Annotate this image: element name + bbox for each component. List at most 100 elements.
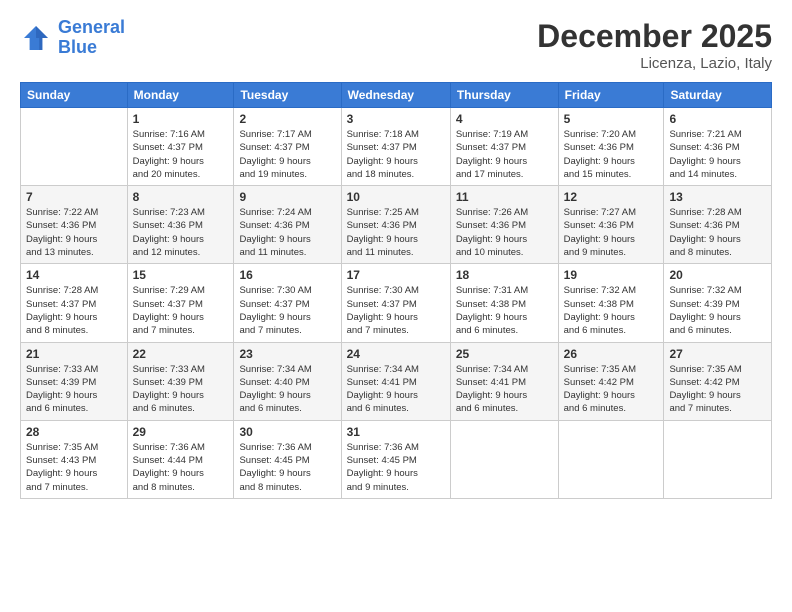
calendar-cell: 1 Sunrise: 7:16 AM Sunset: 4:37 PM Daylig…: [127, 108, 234, 186]
weekday-header-thursday: Thursday: [450, 83, 558, 108]
calendar-cell: 24 Sunrise: 7:34 AM Sunset: 4:41 PM Dayli…: [341, 342, 450, 420]
page: General Blue December 2025 Licenza, Lazi…: [0, 0, 792, 612]
day-number: 20: [669, 268, 766, 282]
calendar-cell: 5 Sunrise: 7:20 AM Sunset: 4:36 PM Daylig…: [558, 108, 664, 186]
calendar-cell: 28 Sunrise: 7:35 AM Sunset: 4:43 PM Dayli…: [21, 420, 128, 498]
day-number: 15: [133, 268, 229, 282]
day-number: 11: [456, 190, 553, 204]
day-info: Sunrise: 7:31 AM Sunset: 4:38 PM Dayligh…: [456, 284, 553, 337]
day-info: Sunrise: 7:17 AM Sunset: 4:37 PM Dayligh…: [239, 128, 335, 181]
calendar-cell: [21, 108, 128, 186]
day-info: Sunrise: 7:16 AM Sunset: 4:37 PM Dayligh…: [133, 128, 229, 181]
day-number: 19: [564, 268, 659, 282]
day-info: Sunrise: 7:36 AM Sunset: 4:44 PM Dayligh…: [133, 441, 229, 494]
day-number: 10: [347, 190, 445, 204]
logo-line1: General: [58, 17, 125, 37]
day-info: Sunrise: 7:24 AM Sunset: 4:36 PM Dayligh…: [239, 206, 335, 259]
logo-line2: Blue: [58, 37, 97, 57]
calendar-cell: 17 Sunrise: 7:30 AM Sunset: 4:37 PM Dayli…: [341, 264, 450, 342]
day-number: 24: [347, 347, 445, 361]
calendar-cell: 4 Sunrise: 7:19 AM Sunset: 4:37 PM Daylig…: [450, 108, 558, 186]
day-number: 30: [239, 425, 335, 439]
day-info: Sunrise: 7:34 AM Sunset: 4:41 PM Dayligh…: [347, 363, 445, 416]
day-number: 29: [133, 425, 229, 439]
day-number: 4: [456, 112, 553, 126]
calendar-cell: 9 Sunrise: 7:24 AM Sunset: 4:36 PM Daylig…: [234, 186, 341, 264]
calendar-cell: 26Sunrise: 7:35 AM Sunset: 4:42 PM Dayli…: [558, 342, 664, 420]
day-number: 14: [26, 268, 122, 282]
calendar-cell: 27Sunrise: 7:35 AM Sunset: 4:42 PM Dayli…: [664, 342, 772, 420]
day-number: 6: [669, 112, 766, 126]
day-info: Sunrise: 7:30 AM Sunset: 4:37 PM Dayligh…: [347, 284, 445, 337]
day-number: 28: [26, 425, 122, 439]
day-number: 7: [26, 190, 122, 204]
day-info: Sunrise: 7:33 AM Sunset: 4:39 PM Dayligh…: [26, 363, 122, 416]
calendar-cell: 30 Sunrise: 7:36 AM Sunset: 4:45 PM Dayli…: [234, 420, 341, 498]
day-info: Sunrise: 7:36 AM Sunset: 4:45 PM Dayligh…: [239, 441, 335, 494]
day-number: 21: [26, 347, 122, 361]
day-number: 12: [564, 190, 659, 204]
day-info: Sunrise: 7:19 AM Sunset: 4:37 PM Dayligh…: [456, 128, 553, 181]
calendar-cell: 16Sunrise: 7:30 AM Sunset: 4:37 PM Dayli…: [234, 264, 341, 342]
logo: General Blue: [20, 18, 125, 58]
day-info: Sunrise: 7:36 AM Sunset: 4:45 PM Dayligh…: [347, 441, 445, 494]
day-number: 2: [239, 112, 335, 126]
calendar-cell: 2 Sunrise: 7:17 AM Sunset: 4:37 PM Daylig…: [234, 108, 341, 186]
day-number: 13: [669, 190, 766, 204]
calendar-cell: 22Sunrise: 7:33 AM Sunset: 4:39 PM Dayli…: [127, 342, 234, 420]
day-number: 3: [347, 112, 445, 126]
day-number: 8: [133, 190, 229, 204]
calendar-cell: 6Sunrise: 7:21 AM Sunset: 4:36 PM Daylig…: [664, 108, 772, 186]
calendar-cell: 12 Sunrise: 7:27 AM Sunset: 4:36 PM Dayli…: [558, 186, 664, 264]
calendar-week-2: 7Sunrise: 7:22 AM Sunset: 4:36 PM Daylig…: [21, 186, 772, 264]
day-info: Sunrise: 7:32 AM Sunset: 4:38 PM Dayligh…: [564, 284, 659, 337]
location-title: Licenza, Lazio, Italy: [537, 55, 772, 72]
day-number: 26: [564, 347, 659, 361]
month-title: December 2025: [537, 18, 772, 55]
day-number: 5: [564, 112, 659, 126]
calendar-cell: 15 Sunrise: 7:29 AM Sunset: 4:37 PM Dayli…: [127, 264, 234, 342]
calendar-cell: 8 Sunrise: 7:23 AM Sunset: 4:36 PM Daylig…: [127, 186, 234, 264]
day-info: Sunrise: 7:28 AM Sunset: 4:36 PM Dayligh…: [669, 206, 766, 259]
calendar-table: SundayMondayTuesdayWednesdayThursdayFrid…: [20, 82, 772, 499]
day-number: 23: [239, 347, 335, 361]
day-info: Sunrise: 7:20 AM Sunset: 4:36 PM Dayligh…: [564, 128, 659, 181]
day-info: Sunrise: 7:25 AM Sunset: 4:36 PM Dayligh…: [347, 206, 445, 259]
calendar-cell: 10 Sunrise: 7:25 AM Sunset: 4:36 PM Dayli…: [341, 186, 450, 264]
calendar-cell: 13 Sunrise: 7:28 AM Sunset: 4:36 PM Dayli…: [664, 186, 772, 264]
day-number: 1: [133, 112, 229, 126]
day-number: 17: [347, 268, 445, 282]
calendar-cell: 25Sunrise: 7:34 AM Sunset: 4:41 PM Dayli…: [450, 342, 558, 420]
day-info: Sunrise: 7:30 AM Sunset: 4:37 PM Dayligh…: [239, 284, 335, 337]
day-info: Sunrise: 7:33 AM Sunset: 4:39 PM Dayligh…: [133, 363, 229, 416]
day-info: Sunrise: 7:35 AM Sunset: 4:43 PM Dayligh…: [26, 441, 122, 494]
logo-text: General Blue: [58, 18, 125, 58]
logo-icon: [20, 22, 52, 54]
day-info: Sunrise: 7:23 AM Sunset: 4:36 PM Dayligh…: [133, 206, 229, 259]
calendar-cell: 21 Sunrise: 7:33 AM Sunset: 4:39 PM Dayli…: [21, 342, 128, 420]
weekday-header-sunday: Sunday: [21, 83, 128, 108]
day-info: Sunrise: 7:34 AM Sunset: 4:41 PM Dayligh…: [456, 363, 553, 416]
calendar-week-4: 21 Sunrise: 7:33 AM Sunset: 4:39 PM Dayli…: [21, 342, 772, 420]
calendar-week-5: 28 Sunrise: 7:35 AM Sunset: 4:43 PM Dayli…: [21, 420, 772, 498]
day-info: Sunrise: 7:32 AM Sunset: 4:39 PM Dayligh…: [669, 284, 766, 337]
calendar-cell: [558, 420, 664, 498]
day-number: 31: [347, 425, 445, 439]
weekday-header-row: SundayMondayTuesdayWednesdayThursdayFrid…: [21, 83, 772, 108]
calendar-cell: 18Sunrise: 7:31 AM Sunset: 4:38 PM Dayli…: [450, 264, 558, 342]
day-info: Sunrise: 7:34 AM Sunset: 4:40 PM Dayligh…: [239, 363, 335, 416]
day-info: Sunrise: 7:29 AM Sunset: 4:37 PM Dayligh…: [133, 284, 229, 337]
day-info: Sunrise: 7:18 AM Sunset: 4:37 PM Dayligh…: [347, 128, 445, 181]
weekday-header-wednesday: Wednesday: [341, 83, 450, 108]
calendar-cell: 19 Sunrise: 7:32 AM Sunset: 4:38 PM Dayli…: [558, 264, 664, 342]
day-number: 9: [239, 190, 335, 204]
calendar-week-3: 14Sunrise: 7:28 AM Sunset: 4:37 PM Dayli…: [21, 264, 772, 342]
calendar-cell: 14Sunrise: 7:28 AM Sunset: 4:37 PM Dayli…: [21, 264, 128, 342]
calendar-cell: 3 Sunrise: 7:18 AM Sunset: 4:37 PM Daylig…: [341, 108, 450, 186]
weekday-header-friday: Friday: [558, 83, 664, 108]
day-info: Sunrise: 7:27 AM Sunset: 4:36 PM Dayligh…: [564, 206, 659, 259]
header: General Blue December 2025 Licenza, Lazi…: [20, 18, 772, 72]
calendar-cell: 11Sunrise: 7:26 AM Sunset: 4:36 PM Dayli…: [450, 186, 558, 264]
weekday-header-monday: Monday: [127, 83, 234, 108]
day-info: Sunrise: 7:35 AM Sunset: 4:42 PM Dayligh…: [669, 363, 766, 416]
